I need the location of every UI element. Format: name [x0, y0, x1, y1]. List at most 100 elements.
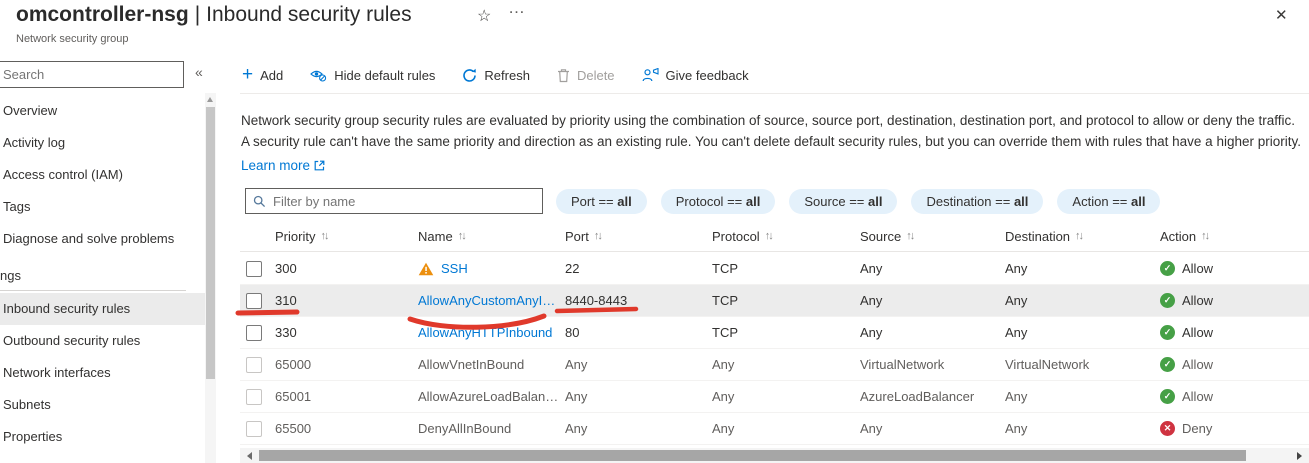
column-header-priority[interactable]: Priority↑↓: [275, 229, 418, 244]
give-feedback-label: Give feedback: [666, 68, 749, 83]
sidebar-item-label: Diagnose and solve problems: [3, 231, 174, 246]
table-row-allow-azure-lb[interactable]: 65001 AllowAzureLoadBalan… Any Any Azure…: [240, 381, 1309, 413]
row-checkbox[interactable]: [246, 357, 262, 373]
column-header-action[interactable]: Action↑↓: [1160, 229, 1309, 244]
plus-icon: +: [242, 67, 253, 83]
cell-source: Any: [860, 325, 1005, 340]
external-link-icon: [314, 160, 325, 171]
cell-destination: Any: [1005, 325, 1160, 340]
sidebar-search-input[interactable]: [0, 62, 183, 87]
rule-name-link[interactable]: SSH: [441, 261, 468, 276]
sidebar-item-outbound-security-rules[interactable]: Outbound security rules: [0, 325, 205, 357]
sidebar-item-overview[interactable]: Overview: [0, 95, 205, 127]
sidebar-item-access-control[interactable]: Access control (IAM): [0, 159, 205, 191]
cell-protocol: Any: [712, 389, 860, 404]
refresh-icon: [462, 68, 477, 83]
table-row-allow-http[interactable]: 330 AllowAnyHTTPInbound 80 TCP Any Any ✓…: [240, 317, 1309, 349]
hide-default-rules-button[interactable]: Hide default rules: [310, 68, 435, 83]
filter-by-name-input[interactable]: [273, 194, 535, 209]
column-header-port[interactable]: Port↑↓: [565, 229, 712, 244]
row-checkbox[interactable]: [246, 261, 262, 277]
table-row-deny-all[interactable]: 65500 DenyAllInBound Any Any Any Any ✕De…: [240, 413, 1309, 445]
more-options-icon[interactable]: …: [508, 0, 526, 18]
filter-bar: Port == all Protocol == all Source == al…: [245, 188, 1160, 214]
cell-source: Any: [860, 421, 1005, 436]
sidebar-item-label: Inbound security rules: [3, 301, 130, 316]
sidebar-item-network-interfaces[interactable]: Network interfaces: [0, 357, 205, 389]
sidebar-item-properties[interactable]: Properties: [0, 421, 205, 453]
refresh-button[interactable]: Refresh: [462, 68, 530, 83]
allow-status-icon: ✓: [1160, 389, 1175, 404]
pill-op: ==: [598, 194, 613, 209]
column-header-name[interactable]: Name↑↓: [418, 229, 565, 244]
cell-source: VirtualNetwork: [860, 357, 1005, 372]
pill-field: Protocol: [676, 194, 724, 209]
delete-button-label: Delete: [577, 68, 615, 83]
scrollbar-right-arrow-icon[interactable]: [1297, 452, 1302, 460]
pill-value: all: [1131, 194, 1145, 209]
rule-name-text: AllowAzureLoadBalan…: [418, 389, 558, 404]
pill-op: ==: [727, 194, 742, 209]
sidebar-scrollbar[interactable]: [205, 93, 216, 463]
close-icon[interactable]: ✕: [1275, 6, 1288, 24]
row-checkbox[interactable]: [246, 293, 262, 309]
pill-value: all: [868, 194, 882, 209]
cell-destination: Any: [1005, 293, 1160, 308]
cell-source: AzureLoadBalancer: [860, 389, 1005, 404]
sidebar: « Overview Activity log Access control (…: [0, 55, 222, 463]
sidebar-nav: Overview Activity log Access control (IA…: [0, 95, 205, 453]
filter-pill-action[interactable]: Action == all: [1057, 189, 1160, 214]
sidebar-item-diagnose[interactable]: Diagnose and solve problems: [0, 223, 205, 255]
resource-type-label: Network security group: [16, 33, 129, 45]
sort-arrows-icon: ↑↓: [320, 230, 327, 242]
title-separator: |: [195, 3, 200, 26]
column-label: Name: [418, 229, 453, 244]
allow-status-icon: ✓: [1160, 357, 1175, 372]
table-row-ssh[interactable]: 300 SSH 22 TCP Any Any ✓Allow: [240, 253, 1309, 285]
table-row-allow-vnet[interactable]: 65000 AllowVnetInBound Any Any VirtualNe…: [240, 349, 1309, 381]
column-header-source[interactable]: Source↑↓: [860, 229, 1005, 244]
info-text: Network security group security rules ar…: [241, 110, 1303, 176]
sidebar-item-label: Outbound security rules: [3, 333, 140, 348]
row-checkbox[interactable]: [246, 325, 262, 341]
cell-priority: 65000: [275, 357, 418, 372]
favorite-star-icon[interactable]: ☆: [477, 6, 491, 26]
filter-pill-port[interactable]: Port == all: [556, 189, 647, 214]
sidebar-item-activity-log[interactable]: Activity log: [0, 127, 205, 159]
refresh-button-label: Refresh: [484, 68, 530, 83]
row-checkbox[interactable]: [246, 389, 262, 405]
horizontal-scrollbar-thumb[interactable]: [259, 450, 1246, 461]
cell-action: Deny: [1182, 421, 1212, 436]
allow-status-icon: ✓: [1160, 261, 1175, 276]
filter-pill-source[interactable]: Source == all: [789, 189, 897, 214]
scrollbar-left-arrow-icon[interactable]: [247, 452, 252, 460]
sidebar-divider: [0, 290, 186, 291]
sort-arrows-icon: ↑↓: [765, 230, 772, 242]
delete-button[interactable]: Delete: [557, 68, 615, 83]
filter-pill-destination[interactable]: Destination == all: [911, 189, 1043, 214]
rule-name-link[interactable]: AllowAnyCustomAnyI…: [418, 293, 555, 308]
sidebar-scrollbar-thumb[interactable]: [206, 107, 215, 379]
filter-pill-protocol[interactable]: Protocol == all: [661, 189, 776, 214]
feedback-person-icon: [642, 68, 659, 82]
rule-name-link[interactable]: AllowAnyHTTPInbound: [418, 325, 552, 340]
pill-op: ==: [849, 194, 864, 209]
column-header-destination[interactable]: Destination↑↓: [1005, 229, 1160, 244]
give-feedback-button[interactable]: Give feedback: [642, 68, 749, 83]
sidebar-item-tags[interactable]: Tags: [0, 191, 205, 223]
add-button[interactable]: + Add: [242, 67, 283, 83]
row-checkbox[interactable]: [246, 421, 262, 437]
learn-more-link[interactable]: Learn more: [241, 155, 325, 176]
sidebar-item-inbound-security-rules[interactable]: Inbound security rules: [0, 293, 205, 325]
table-row-allow-any-custom[interactable]: 310 AllowAnyCustomAnyI… 8440-8443 TCP An…: [240, 285, 1309, 317]
column-label: Action: [1160, 229, 1196, 244]
pill-field: Source: [804, 194, 845, 209]
sidebar-collapse-icon[interactable]: «: [195, 64, 203, 80]
cell-port: 80: [565, 325, 712, 340]
sidebar-item-subnets[interactable]: Subnets: [0, 389, 205, 421]
sort-arrows-icon: ↑↓: [594, 230, 601, 242]
rule-name-text: AllowVnetInBound: [418, 357, 524, 372]
eye-hide-icon: [310, 68, 327, 82]
horizontal-scrollbar[interactable]: [240, 448, 1309, 463]
column-header-protocol[interactable]: Protocol↑↓: [712, 229, 860, 244]
